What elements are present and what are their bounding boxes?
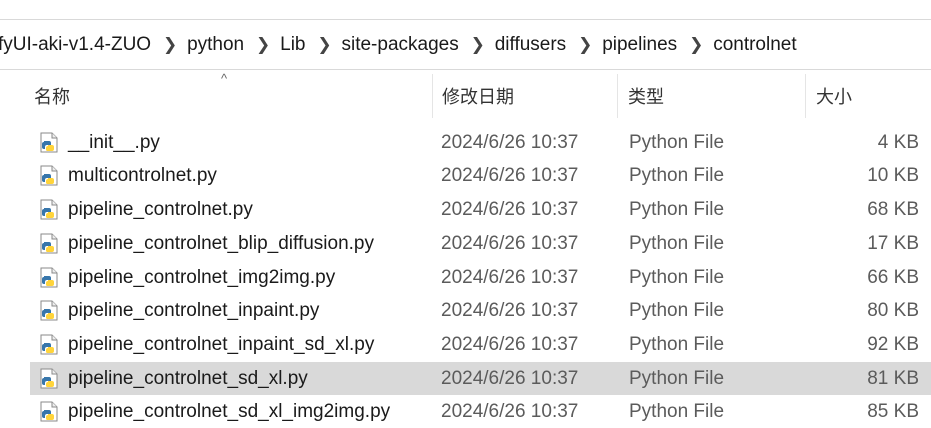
file-name[interactable]: pipeline_controlnet_inpaint.py — [68, 294, 319, 327]
file-name[interactable]: __init__.py — [68, 126, 160, 159]
python-file-icon — [40, 300, 58, 321]
file-name[interactable]: pipeline_controlnet_sd_xl.py — [68, 362, 308, 395]
file-size: 10 KB — [867, 165, 919, 186]
file-name[interactable]: pipeline_controlnet_inpaint_sd_xl.py — [68, 328, 374, 361]
chevron-right-icon[interactable]: ❯ — [315, 35, 333, 55]
file-modified-date: 2024/6/26 10:37 — [441, 132, 579, 153]
file-type: Python File — [629, 199, 725, 220]
file-row[interactable]: pipeline_controlnet_inpaint_sd_xl.py 2024… — [30, 328, 931, 361]
python-file-icon — [40, 233, 58, 254]
python-file-icon — [40, 401, 58, 422]
file-modified-date: 2024/6/26 10:37 — [441, 267, 579, 288]
file-size: 92 KB — [867, 334, 919, 355]
file-modified-date: 2024/6/26 10:37 — [441, 165, 579, 186]
column-header-date[interactable]: 修改日期 — [436, 70, 617, 122]
chevron-right-icon[interactable]: ❯ — [469, 35, 487, 55]
file-modified-date: 2024/6/26 10:37 — [441, 300, 579, 321]
file-modified-date: 2024/6/26 10:37 — [441, 334, 579, 355]
file-type: Python File — [629, 300, 725, 321]
file-type: Python File — [629, 368, 725, 389]
column-header-date-label: 修改日期 — [442, 87, 514, 107]
file-name[interactable]: pipeline_controlnet_blip_diffusion.py — [68, 227, 374, 260]
file-type: Python File — [629, 401, 725, 422]
file-name[interactable]: pipeline_controlnet_sd_xl_img2img.py — [68, 395, 390, 428]
python-file-icon — [40, 199, 58, 220]
python-file-icon — [40, 368, 58, 389]
file-modified-date: 2024/6/26 10:37 — [441, 233, 579, 254]
column-header-size-label: 大小 — [816, 87, 852, 107]
file-size: 81 KB — [867, 368, 919, 389]
file-row[interactable]: pipeline_controlnet.py 2024/6/26 10:37 Pyt… — [30, 193, 931, 226]
column-header-name-label: 名称 — [34, 87, 70, 107]
file-row[interactable]: __init__.py 2024/6/26 10:37 Python File 4 K… — [30, 126, 931, 159]
column-header-row: 名称 修改日期 类型 大小 — [0, 70, 931, 122]
file-type: Python File — [629, 334, 725, 355]
file-name[interactable]: pipeline_controlnet_img2img.py — [68, 261, 335, 294]
chevron-right-icon[interactable]: ❯ — [576, 35, 594, 55]
file-size: 66 KB — [867, 267, 919, 288]
chevron-right-icon[interactable]: ❯ — [687, 35, 705, 55]
file-row[interactable]: multicontrolnet.py 2024/6/26 10:37 Python … — [30, 159, 931, 192]
chevron-right-icon[interactable]: ❯ — [254, 35, 272, 55]
breadcrumb-item[interactable]: site-packages — [341, 34, 468, 56]
file-type: Python File — [629, 132, 725, 153]
column-header-type[interactable]: 类型 — [622, 70, 805, 122]
file-row[interactable]: pipeline_controlnet_img2img.py 2024/6/26 … — [30, 261, 931, 294]
column-header-type-label: 类型 — [628, 87, 664, 107]
file-row[interactable]: pipeline_controlnet_blip_diffusion.py 202… — [30, 227, 931, 260]
python-file-icon — [40, 334, 58, 355]
file-type: Python File — [629, 165, 725, 186]
file-size: 80 KB — [867, 300, 919, 321]
breadcrumb-item[interactable]: fyUI-aki-v1.4-ZUO — [0, 34, 161, 56]
column-header-size[interactable]: 大小 — [810, 70, 931, 122]
python-file-icon — [40, 267, 58, 288]
column-divider[interactable] — [805, 74, 806, 118]
file-size: 4 KB — [877, 132, 919, 153]
file-type: Python File — [629, 233, 725, 254]
file-name[interactable]: multicontrolnet.py — [68, 159, 217, 192]
file-modified-date: 2024/6/26 10:37 — [441, 401, 579, 422]
python-file-icon — [40, 165, 58, 186]
file-size: 17 KB — [867, 233, 919, 254]
chevron-right-icon[interactable]: ❯ — [161, 35, 179, 55]
breadcrumb-item[interactable]: python — [187, 34, 254, 56]
breadcrumb-item[interactable]: pipelines — [602, 34, 687, 56]
breadcrumb-item[interactable]: diffusers — [495, 34, 576, 56]
file-modified-date: 2024/6/26 10:37 — [441, 368, 579, 389]
breadcrumb-item-current[interactable]: controlnet — [713, 34, 806, 56]
file-size: 85 KB — [867, 401, 919, 422]
breadcrumb-item[interactable]: Lib — [280, 34, 315, 56]
file-modified-date: 2024/6/26 10:37 — [441, 199, 579, 220]
file-row[interactable]: pipeline_controlnet_sd_xl_img2img.py 2024… — [30, 395, 931, 428]
address-bar[interactable]: fyUI-aki-v1.4-ZUO ❯ python ❯ Lib ❯ site-… — [0, 19, 931, 70]
python-file-icon — [40, 132, 58, 153]
file-name[interactable]: pipeline_controlnet.py — [68, 193, 253, 226]
file-row[interactable]: pipeline_controlnet_inpaint.py 2024/6/26 … — [30, 294, 931, 327]
file-row-selected[interactable]: pipeline_controlnet_sd_xl.py 2024/6/26 10… — [30, 362, 931, 395]
file-size: 68 KB — [867, 199, 919, 220]
window-top-strip — [0, 0, 931, 19]
column-header-name[interactable]: 名称 — [28, 70, 432, 122]
column-divider[interactable] — [432, 74, 433, 118]
file-type: Python File — [629, 267, 725, 288]
sort-ascending-icon: ^ — [221, 71, 228, 86]
column-divider[interactable] — [617, 74, 618, 118]
